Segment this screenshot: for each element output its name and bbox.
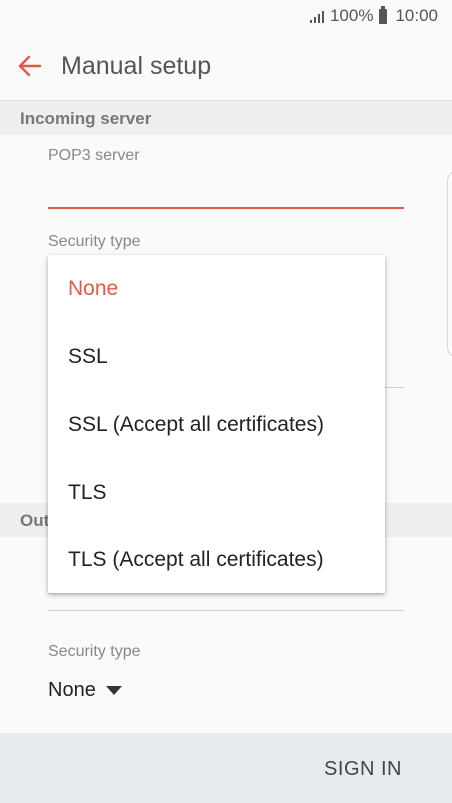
battery-percent: 100% [329,6,374,25]
signal-icon [309,9,324,23]
outgoing-security-type-value: None [48,679,96,701]
pop3-server-input[interactable] [48,176,404,204]
back-button[interactable] [16,52,44,80]
security-option-none[interactable]: None [68,269,118,309]
status-indicators: 100% 10:00 [309,5,438,26]
outgoing-security-type-label: Security type [48,643,141,660]
clock: 10:00 [395,6,438,25]
status-bar: 100% 10:00 [0,0,452,32]
security-option-tls-accept-all[interactable]: TLS (Accept all certificates) [68,540,324,580]
incoming-security-type-label: Security type [48,233,141,250]
app-bar: Manual setup [0,32,452,101]
caret-down-icon [105,686,122,696]
security-option-ssl-accept-all[interactable]: SSL (Accept all certificates) [68,405,324,445]
pop3-server-label: POP3 server [48,147,140,164]
incoming-server-header: Incoming server [0,101,452,135]
page-title: Manual setup [61,52,212,80]
security-option-ssl[interactable]: SSL [68,337,108,377]
outgoing-security-type-select[interactable]: None [48,679,122,702]
incoming-server-title: Incoming server [20,109,152,128]
pop3-server-underline [48,207,404,209]
outgoing-server-title: Out [20,511,50,530]
sign-in-button[interactable]: SIGN IN [324,758,402,781]
battery-icon [379,5,388,24]
side-panel-edge [447,170,452,358]
security-option-tls[interactable]: TLS [68,473,107,513]
security-type-dropdown: None SSL SSL (Accept all certificates) T… [48,255,385,593]
arrow-left-icon [18,55,42,77]
bottom-bar: SIGN IN [0,733,452,803]
outgoing-field-underline [48,610,404,611]
